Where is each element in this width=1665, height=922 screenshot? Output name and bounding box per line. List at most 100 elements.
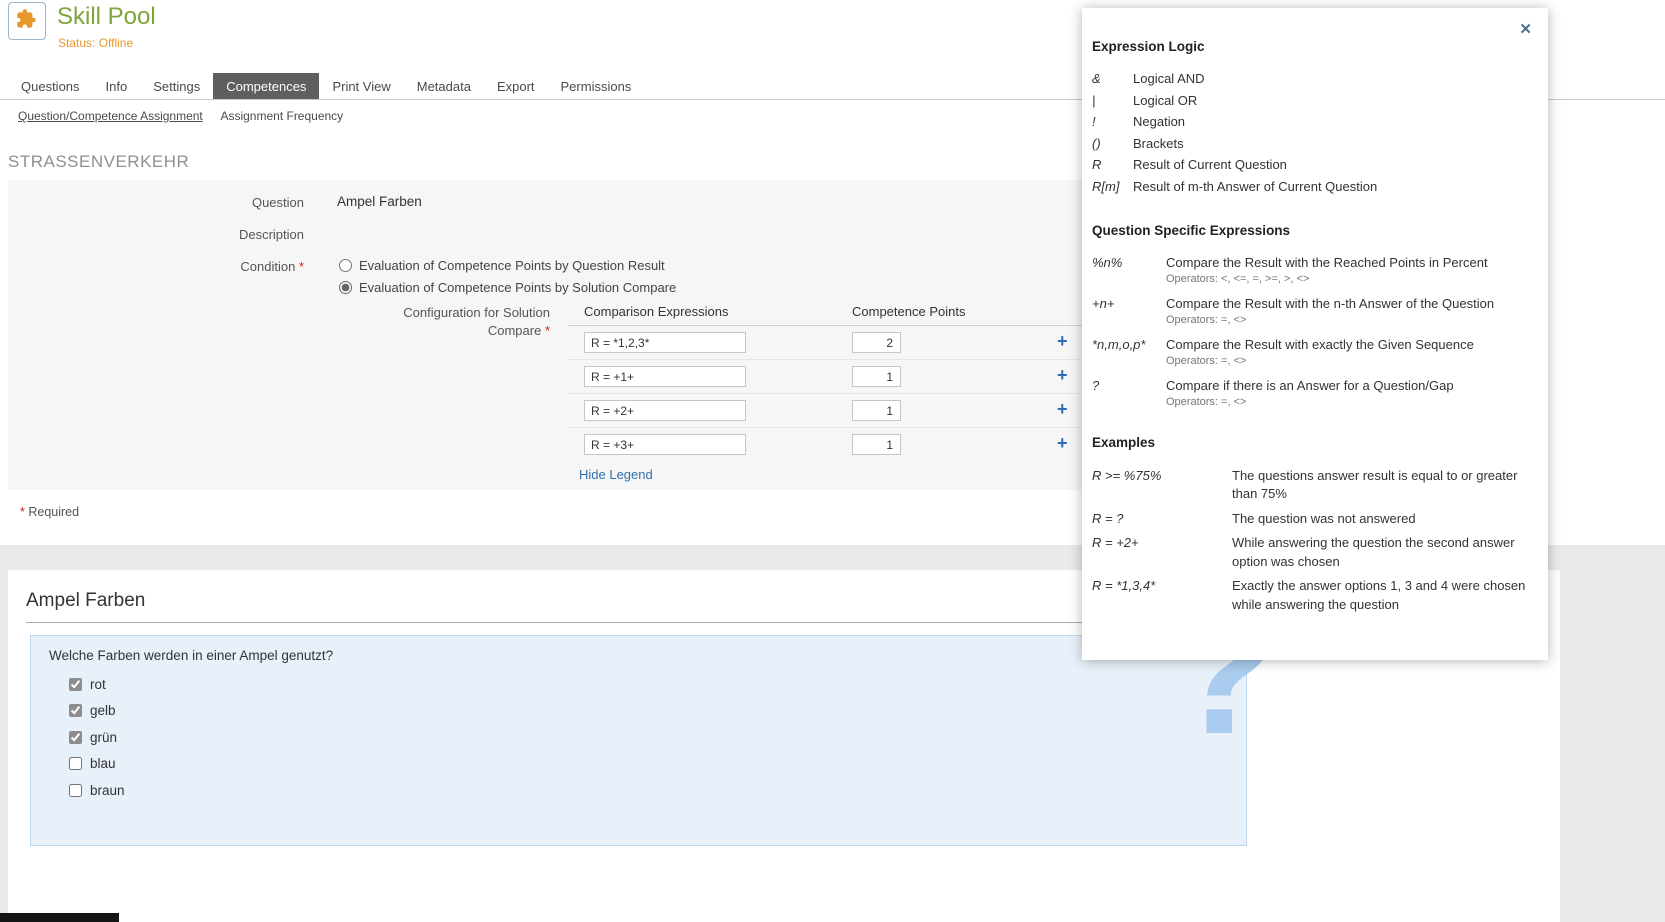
add-row-button[interactable]: +: [1057, 365, 1068, 385]
gelb-checkbox[interactable]: [69, 704, 82, 717]
expression-logic-rows: & Logical AND | Logical OR ! Negation ()…: [1082, 71, 1548, 194]
question-value: Ampel Farben: [337, 194, 422, 209]
question-result-radio[interactable]: [339, 259, 352, 272]
legend-row: R >= %75% The questions answer result is…: [1082, 467, 1548, 504]
legend-description: Compare the Result with exactly the Give…: [1166, 337, 1548, 367]
legend-symbol: R: [1092, 157, 1133, 172]
add-row-button[interactable]: +: [1057, 399, 1068, 419]
comparison-expression-input[interactable]: [584, 400, 746, 421]
legend-row: R[m] Result of m-th Answer of Current Qu…: [1082, 179, 1548, 194]
example-description: Exactly the answer options 1, 3 and 4 we…: [1232, 577, 1548, 614]
add-row-button[interactable]: +: [1057, 331, 1068, 351]
legend-description: Logical OR: [1133, 93, 1548, 108]
legend-row: & Logical AND: [1082, 71, 1548, 86]
rot-checkbox[interactable]: [69, 678, 82, 691]
option-label: grün: [90, 730, 117, 745]
legend-row: R = *1,3,4* Exactly the answer options 1…: [1082, 577, 1548, 614]
answer-option-blau[interactable]: blau: [69, 751, 125, 778]
legend-row: ? Compare if there is an Answer for a Qu…: [1082, 378, 1548, 408]
hide-legend-link[interactable]: Hide Legend: [579, 467, 653, 482]
gruen-checkbox[interactable]: [69, 731, 82, 744]
legend-description: Compare if there is an Answer for a Ques…: [1166, 378, 1548, 408]
configuration-label: Configuration for Solution Compare *: [8, 304, 550, 340]
example-expression: R = *1,3,4*: [1092, 577, 1232, 614]
legend-symbol: R[m]: [1092, 179, 1133, 194]
subnav-question-competence-assignment[interactable]: Question/Competence Assignment: [18, 109, 203, 123]
puzzle-icon: [14, 7, 40, 36]
comparison-expression-input[interactable]: [584, 366, 746, 387]
legend-description: Result of m-th Answer of Current Questio…: [1133, 179, 1548, 194]
legend-row: *n,m,o,p* Compare the Result with exactl…: [1082, 337, 1548, 367]
subnav-assignment-frequency[interactable]: Assignment Frequency: [220, 109, 343, 123]
competence-points-input[interactable]: [852, 366, 901, 387]
legend-symbol: %n%: [1092, 255, 1166, 285]
required-note: * Required: [20, 505, 79, 519]
legend-symbol: ?: [1092, 378, 1166, 408]
tab-questions[interactable]: Questions: [8, 73, 93, 99]
example-description: While answering the question the second …: [1232, 534, 1548, 571]
competence-points-input[interactable]: [852, 332, 901, 353]
legend-description: Logical AND: [1133, 71, 1548, 86]
bottom-bar: [0, 913, 119, 922]
answer-option-rot[interactable]: rot: [69, 671, 125, 698]
legend-row: ! Negation: [1082, 114, 1548, 129]
tab-print-view[interactable]: Print View: [319, 73, 403, 99]
legend-operators: Operators: =, <>: [1166, 396, 1548, 408]
legend-symbol: *n,m,o,p*: [1092, 337, 1166, 367]
legend-symbol: (): [1092, 136, 1133, 151]
examples-rows: R >= %75% The questions answer result is…: [1082, 467, 1548, 615]
example-description: The questions answer result is equal to …: [1232, 467, 1548, 504]
legend-row: R = +2+ While answering the question the…: [1082, 534, 1548, 571]
competence-points-input[interactable]: [852, 400, 901, 421]
blau-checkbox[interactable]: [69, 757, 82, 770]
add-row-button[interactable]: +: [1057, 433, 1068, 453]
legend-row: R Result of Current Question: [1082, 157, 1548, 172]
tab-export[interactable]: Export: [484, 73, 548, 99]
status-text: Status: Offline: [58, 36, 133, 50]
legend-row: %n% Compare the Result with the Reached …: [1082, 255, 1548, 285]
legend-symbol: &: [1092, 71, 1133, 86]
tab-competences[interactable]: Competences: [213, 73, 319, 99]
option-label: rot: [90, 677, 106, 692]
example-expression: R = +2+: [1092, 534, 1232, 571]
tab-settings[interactable]: Settings: [140, 73, 213, 99]
competence-points-input[interactable]: [852, 434, 901, 455]
answer-option-braun[interactable]: braun: [69, 777, 125, 804]
legend-description: Negation: [1133, 114, 1548, 129]
option-label: blau: [90, 756, 116, 771]
radio-option-question-result[interactable]: Evaluation of Competence Points by Quest…: [339, 258, 665, 273]
legend-description: Compare the Result with the n-th Answer …: [1166, 296, 1548, 326]
description-label: Description: [8, 227, 304, 242]
legend-section-title: Examples: [1092, 435, 1548, 450]
legend-description: Compare the Result with the Reached Poin…: [1166, 255, 1548, 285]
sub-navigation: Question/Competence Assignment Assignmen…: [18, 109, 358, 123]
legend-row: () Brackets: [1082, 136, 1548, 151]
tab-metadata[interactable]: Metadata: [404, 73, 484, 99]
tab-info[interactable]: Info: [93, 73, 141, 99]
answer-option-gelb[interactable]: gelb: [69, 698, 125, 725]
competence-section-title: STRASSENVERKEHR: [8, 152, 189, 172]
condition-label: Condition *: [8, 259, 304, 274]
required-asterisk: *: [545, 323, 550, 338]
legend-row: R = ? The question was not answered: [1082, 510, 1548, 529]
legend-row: +n+ Compare the Result with the n-th Ans…: [1082, 296, 1548, 326]
required-asterisk: *: [299, 259, 304, 274]
question-text: Welche Farben werden in einer Ampel genu…: [49, 648, 333, 663]
option-label: gelb: [90, 703, 116, 718]
question-label: Question: [8, 195, 304, 210]
close-icon[interactable]: ✕: [1519, 20, 1532, 38]
answer-options: rot gelb grün blau braun: [69, 671, 125, 804]
legend-symbol: !: [1092, 114, 1133, 129]
radio-option-solution-compare[interactable]: Evaluation of Competence Points by Solut…: [339, 280, 676, 295]
legend-section-title: Question Specific Expressions: [1092, 223, 1548, 238]
comparison-expression-input[interactable]: [584, 434, 746, 455]
legend-operators: Operators: <, <=, =, >=, >, <>: [1166, 273, 1548, 285]
solution-compare-radio[interactable]: [339, 281, 352, 294]
answer-option-gruen[interactable]: grün: [69, 724, 125, 751]
legend-operators: Operators: =, <>: [1166, 314, 1548, 326]
braun-checkbox[interactable]: [69, 784, 82, 797]
radio-label: Evaluation of Competence Points by Solut…: [359, 280, 676, 295]
comparison-expression-input[interactable]: [584, 332, 746, 353]
tab-permissions[interactable]: Permissions: [548, 73, 645, 99]
column-comparison-expressions: Comparison Expressions: [584, 304, 729, 319]
